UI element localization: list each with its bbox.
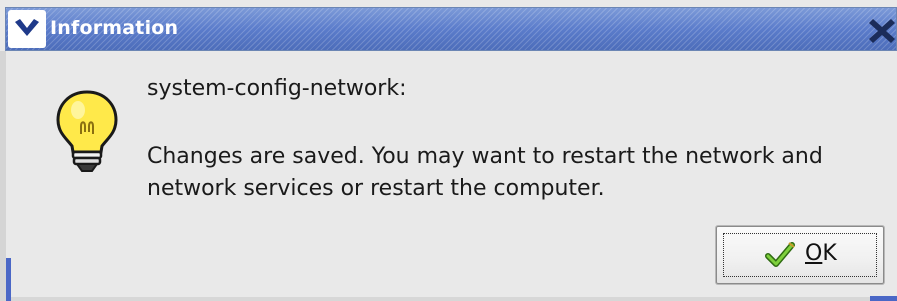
title-bar[interactable]: Information [5,7,897,51]
close-button[interactable] [868,12,896,48]
checkmark-icon [765,242,795,267]
message-secondary: Changes are saved. You may want to resta… [147,144,823,201]
lightbulb-icon [52,88,122,174]
chevron-down-icon [8,10,46,48]
focus-ring [723,233,877,277]
ok-button[interactable]: OK [716,226,884,284]
window-left-accent [6,258,11,301]
window-menu-button[interactable] [8,10,46,48]
ok-label-rest: K [822,241,837,266]
information-dialog: Information system-config-network: Chang… [0,0,897,301]
window-title: Information [50,17,179,39]
window-bottom-border [11,297,891,301]
message-primary: system-config-network: [147,76,407,101]
close-icon [869,19,895,43]
ok-mnemonic: O [805,241,823,266]
ok-button-label: OK [805,241,837,266]
window-bottom-accent [870,296,897,301]
